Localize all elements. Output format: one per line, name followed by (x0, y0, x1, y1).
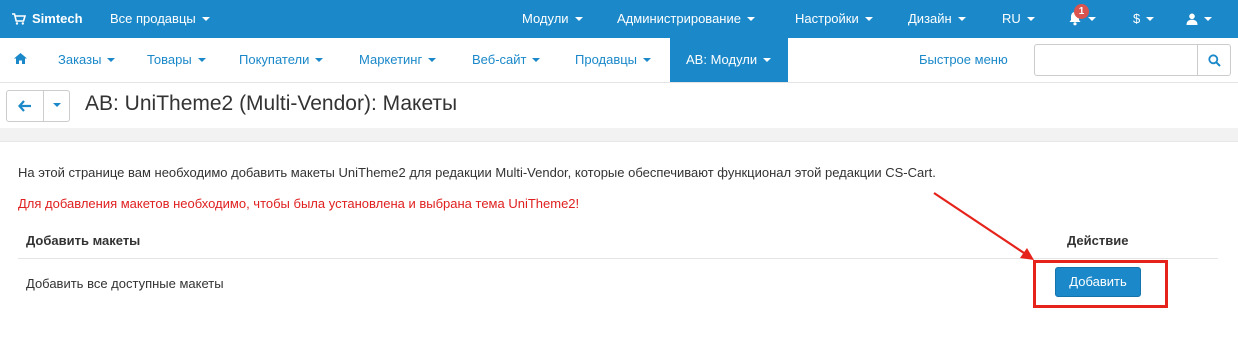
chevron-down-icon (763, 57, 772, 62)
nav-ab-modules-label: AB: Модули (686, 52, 758, 67)
menu-administration-label: Администрирование (617, 11, 741, 26)
page-header: AB: UniTheme2 (Multi-Vendor): Макеты (0, 82, 1238, 128)
chevron-down-icon (315, 57, 324, 62)
nav-orders-label: Заказы (58, 52, 102, 67)
menu-design[interactable]: Дизайн (908, 0, 966, 38)
chevron-down-icon (107, 57, 116, 62)
menu-modules[interactable]: Модули (522, 0, 583, 38)
back-button-group (6, 90, 70, 122)
nav-marketing-label: Маркетинг (359, 52, 423, 67)
page-title: AB: UniTheme2 (Multi-Vendor): Макеты (85, 92, 458, 115)
cart-icon (12, 12, 27, 25)
nav-customers[interactable]: Покупатели (239, 38, 324, 82)
search-button[interactable] (1197, 45, 1230, 75)
warning-message: Для добавления макетов необходимо, чтобы… (18, 196, 580, 211)
menu-design-label: Дизайн (908, 11, 952, 26)
page-description: На этой странице вам необходимо добавить… (18, 165, 936, 180)
chevron-down-icon (1204, 16, 1212, 21)
nav-products[interactable]: Товары (147, 38, 206, 82)
brand-name: Simtech (32, 11, 83, 26)
nav-ab-modules[interactable]: AB: Модули (670, 38, 788, 82)
user-icon (1186, 13, 1198, 25)
home-icon (14, 53, 27, 65)
nav-website-label: Веб-сайт (472, 52, 527, 67)
quick-menu-link[interactable]: Быстрое меню (919, 38, 1008, 82)
brand-link[interactable]: Simtech (12, 0, 83, 38)
menu-administration[interactable]: Администрирование (617, 0, 755, 38)
nav-vendors-label: Продавцы (575, 52, 638, 67)
menu-settings-label: Настройки (795, 11, 859, 26)
add-layouts-button[interactable]: Добавить (1055, 267, 1141, 297)
currency-dropdown[interactable]: $ (1133, 0, 1155, 38)
nav-products-label: Товары (147, 52, 192, 67)
column-header-action: Действие (1067, 233, 1129, 248)
home-link[interactable] (14, 38, 27, 82)
chevron-down-icon (864, 16, 873, 21)
nav-marketing[interactable]: Маркетинг (359, 38, 437, 82)
currency-label: $ (1133, 11, 1141, 26)
chevron-down-icon (428, 57, 437, 62)
arrow-left-icon (18, 100, 31, 112)
chevron-down-icon (53, 103, 61, 107)
chevron-down-icon (1146, 16, 1155, 21)
chevron-down-icon (1088, 16, 1096, 21)
language-label: RU (1002, 11, 1021, 26)
chevron-down-icon (532, 57, 541, 62)
chevron-down-icon (1026, 16, 1035, 21)
user-menu[interactable] (1186, 0, 1212, 38)
nav-customers-label: Покупатели (239, 52, 310, 67)
search-box (1034, 44, 1231, 76)
column-header-layouts: Добавить макеты (26, 233, 141, 248)
quick-menu-label: Быстрое меню (919, 52, 1008, 67)
notification-badge: 1 (1074, 4, 1089, 19)
nav-website[interactable]: Веб-сайт (472, 38, 541, 82)
vendors-dropdown-label: Все продавцы (110, 11, 196, 26)
menu-settings[interactable]: Настройки (795, 0, 873, 38)
nav-vendors[interactable]: Продавцы (575, 38, 652, 82)
back-button[interactable] (7, 91, 44, 121)
chevron-down-icon (643, 57, 652, 62)
chevron-down-icon (574, 16, 583, 21)
main-content: На этой странице вам необходимо добавить… (0, 142, 1238, 360)
table-row-name: Добавить все доступные макеты (26, 276, 224, 291)
chevron-down-icon (957, 16, 966, 21)
header-divider (0, 128, 1238, 142)
nav-orders[interactable]: Заказы (58, 38, 116, 82)
search-icon (1207, 53, 1221, 67)
search-input[interactable] (1035, 45, 1198, 75)
chevron-down-icon (746, 16, 755, 21)
vendors-dropdown[interactable]: Все продавцы (110, 0, 210, 38)
chevron-down-icon (197, 57, 206, 62)
top-bar: Simtech Все продавцы Модули Администриро… (0, 0, 1238, 38)
language-dropdown[interactable]: RU (1002, 0, 1035, 38)
menu-modules-label: Модули (522, 11, 569, 26)
chevron-down-icon (201, 16, 210, 21)
history-dropdown-button[interactable] (44, 91, 70, 121)
annotation-arrow-icon (933, 192, 1034, 260)
notifications-button[interactable]: 1 (1068, 0, 1096, 38)
